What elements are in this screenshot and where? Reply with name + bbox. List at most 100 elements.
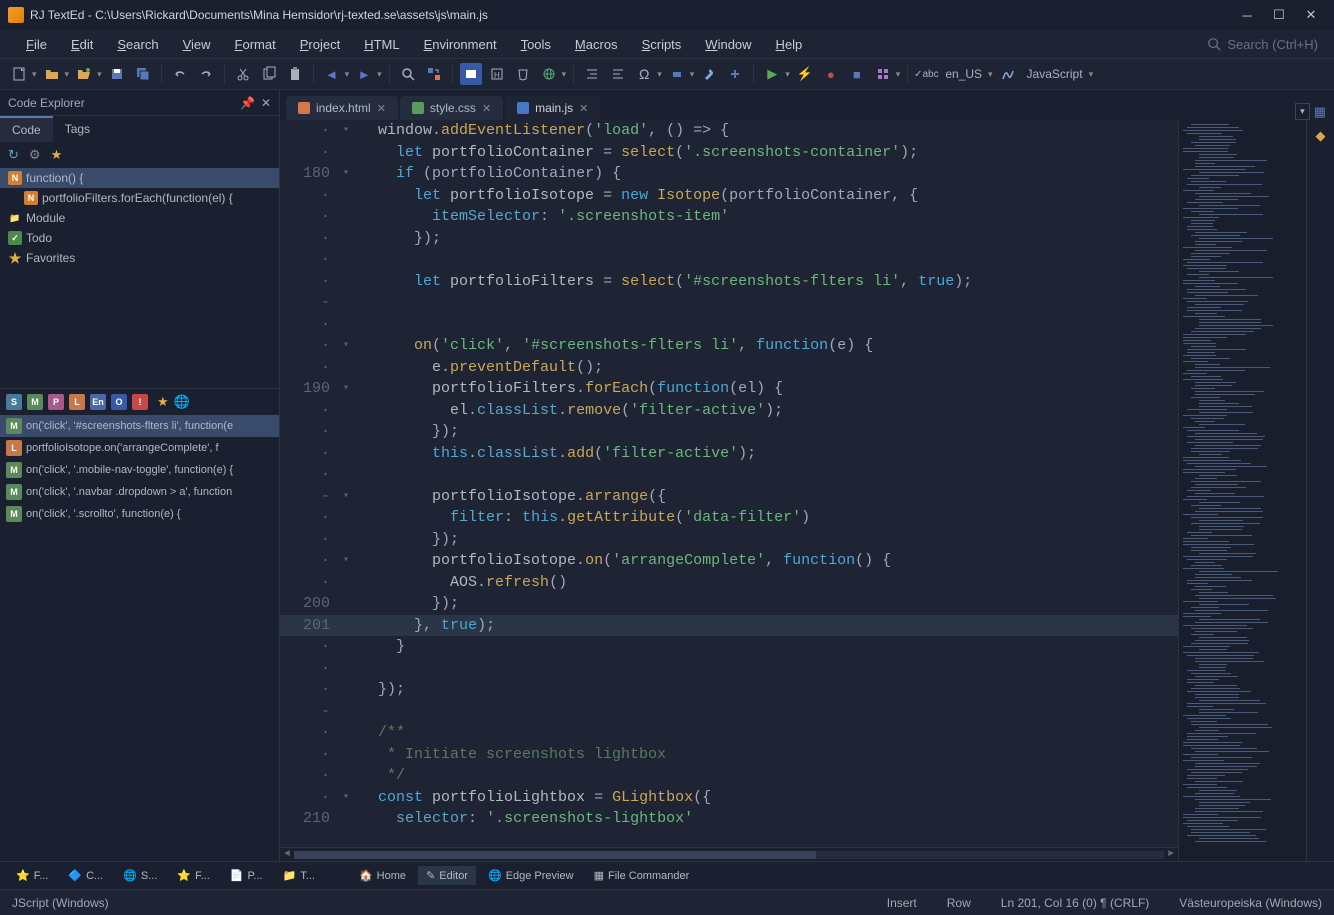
code-text[interactable]: let portfolioContainer = select('.screen… bbox=[356, 142, 1178, 164]
code-text[interactable]: }); bbox=[356, 228, 1178, 250]
horizontal-scrollbar[interactable]: ◄ ► bbox=[280, 847, 1178, 861]
code-text[interactable]: el.classList.remove('filter-active'); bbox=[356, 400, 1178, 422]
code-text[interactable]: }); bbox=[356, 529, 1178, 551]
code-line[interactable]: 201 }, true); bbox=[280, 615, 1178, 637]
filter-l[interactable]: L bbox=[69, 394, 85, 410]
menu-environment[interactable]: Environment bbox=[414, 33, 507, 56]
doc-tab-index-html[interactable]: index.html✕ bbox=[286, 96, 398, 120]
code-line[interactable]: · */ bbox=[280, 765, 1178, 787]
symbol-list-item[interactable]: Mon('click', '#screenshots-flters li', f… bbox=[0, 415, 279, 437]
doc-tab-main-js[interactable]: main.js✕ bbox=[505, 96, 600, 120]
code-line[interactable]: · bbox=[280, 658, 1178, 680]
outdent-button[interactable] bbox=[607, 63, 629, 85]
code-text[interactable]: let portfolioFilters = select('#screensh… bbox=[356, 271, 1178, 293]
code-line[interactable]: · bbox=[280, 249, 1178, 271]
nav-forward-button[interactable]: ► bbox=[353, 63, 375, 85]
menu-file[interactable]: File bbox=[16, 33, 57, 56]
tab-close-icon[interactable]: ✕ bbox=[579, 102, 588, 115]
doc-tab-style-css[interactable]: style.css✕ bbox=[400, 96, 503, 120]
code-text[interactable] bbox=[356, 658, 1178, 680]
code-line[interactable]: - bbox=[280, 292, 1178, 314]
omega-button[interactable]: Ω bbox=[633, 63, 655, 85]
code-text[interactable] bbox=[356, 701, 1178, 723]
code-text[interactable]: window.addEventListener('load', () => { bbox=[356, 120, 1178, 142]
view-tab-file-commander[interactable]: ▦File Commander bbox=[586, 866, 698, 885]
code-line[interactable]: 210 selector: '.screenshots-lightbox' bbox=[280, 808, 1178, 830]
code-line[interactable]: · let portfolioContainer = select('.scre… bbox=[280, 142, 1178, 164]
record-button[interactable]: ● bbox=[820, 63, 842, 85]
code-text[interactable]: /** bbox=[356, 722, 1178, 744]
code-line[interactable]: · itemSelector: '.screenshots-item' bbox=[280, 206, 1178, 228]
filter-![interactable]: ! bbox=[132, 394, 148, 410]
filter-m[interactable]: M bbox=[27, 394, 43, 410]
code-text[interactable]: } bbox=[356, 636, 1178, 658]
star-add-icon[interactable]: ★ bbox=[51, 147, 63, 163]
plugin-button[interactable] bbox=[724, 63, 746, 85]
replace-button[interactable] bbox=[423, 63, 445, 85]
tab-list-button[interactable]: ▾ bbox=[1295, 103, 1310, 120]
code-line[interactable]: 200 }); bbox=[280, 593, 1178, 615]
html-validate-button[interactable]: H bbox=[486, 63, 508, 85]
code-line[interactable]: · } bbox=[280, 636, 1178, 658]
code-editor[interactable]: ·▾ window.addEventListener('load', () =>… bbox=[280, 120, 1178, 861]
lang-selector[interactable]: en_US bbox=[941, 67, 986, 81]
filter-o[interactable]: O bbox=[111, 394, 127, 410]
code-line[interactable]: 190▾ portfolioFilters.forEach(function(e… bbox=[280, 378, 1178, 400]
paste-button[interactable] bbox=[284, 63, 306, 85]
code-text[interactable]: AOS.refresh() bbox=[356, 572, 1178, 594]
code-text[interactable] bbox=[356, 314, 1178, 336]
menu-project[interactable]: Project bbox=[290, 33, 350, 56]
tab-grid-button[interactable]: ▦ bbox=[1314, 104, 1326, 120]
fold-toggle[interactable]: ▾ bbox=[336, 378, 356, 400]
tab-close-icon[interactable]: ✕ bbox=[377, 102, 386, 115]
symbol-list-item[interactable]: Mon('click', '.mobile-nav-toggle', funct… bbox=[0, 459, 279, 481]
symbol-list-item[interactable]: LportfolioIsotope.on('arrangeComplete', … bbox=[0, 437, 279, 459]
run-button[interactable]: ▶ bbox=[761, 63, 783, 85]
gear-icon[interactable]: ⚙ bbox=[29, 147, 41, 163]
tag-button[interactable] bbox=[666, 63, 688, 85]
grid-button[interactable] bbox=[872, 63, 894, 85]
code-text[interactable]: let portfolioIsotope = new Isotope(portf… bbox=[356, 185, 1178, 207]
code-line[interactable]: · * Initiate screenshots lightbox bbox=[280, 744, 1178, 766]
menu-tools[interactable]: Tools bbox=[511, 33, 561, 56]
code-line[interactable]: · bbox=[280, 314, 1178, 336]
stop-button[interactable]: ■ bbox=[846, 63, 868, 85]
fold-toggle[interactable]: ▾ bbox=[336, 163, 356, 185]
fold-toggle[interactable]: ▾ bbox=[336, 120, 356, 142]
menu-window[interactable]: Window bbox=[695, 33, 761, 56]
code-line[interactable]: · filter: this.getAttribute('data-filter… bbox=[280, 507, 1178, 529]
code-line[interactable]: · e.preventDefault(); bbox=[280, 357, 1178, 379]
tab-close-icon[interactable]: ✕ bbox=[482, 102, 491, 115]
symbol-list-item[interactable]: Mon('click', '.scrollto', function(e) { bbox=[0, 503, 279, 525]
redo-button[interactable] bbox=[195, 63, 217, 85]
bottom-left-tab-5[interactable]: 📁T... bbox=[275, 866, 323, 885]
code-line[interactable]: · bbox=[280, 464, 1178, 486]
view-tab-home[interactable]: 🏠Home bbox=[351, 866, 414, 885]
syntax-selector[interactable]: JavaScript bbox=[1023, 67, 1087, 81]
tree-item[interactable]: ✓Todo bbox=[0, 228, 279, 248]
wrench-button[interactable] bbox=[698, 63, 720, 85]
menu-format[interactable]: Format bbox=[225, 33, 286, 56]
code-text[interactable]: const portfolioLightbox = GLightbox({ bbox=[356, 787, 1178, 809]
code-line[interactable]: ·▾ portfolioIsotope.on('arrangeComplete'… bbox=[280, 550, 1178, 572]
code-text[interactable]: }, true); bbox=[356, 615, 1178, 637]
code-text[interactable]: this.classList.add('filter-active'); bbox=[356, 443, 1178, 465]
menu-scripts[interactable]: Scripts bbox=[632, 33, 692, 56]
fold-toggle[interactable]: ▾ bbox=[336, 335, 356, 357]
code-line[interactable]: · this.classList.add('filter-active'); bbox=[280, 443, 1178, 465]
code-line[interactable]: ·▾ window.addEventListener('load', () =>… bbox=[280, 120, 1178, 142]
tree-item[interactable]: 📁Module bbox=[0, 208, 279, 228]
code-line[interactable]: - bbox=[280, 701, 1178, 723]
web-button[interactable] bbox=[538, 63, 560, 85]
find-button[interactable] bbox=[397, 63, 419, 85]
minimize-button[interactable]: ─ bbox=[1240, 8, 1254, 22]
filter-en[interactable]: En bbox=[90, 394, 106, 410]
minimap[interactable] bbox=[1178, 120, 1306, 861]
save-button[interactable] bbox=[106, 63, 128, 85]
code-text[interactable]: if (portfolioContainer) { bbox=[356, 163, 1178, 185]
bottom-left-tab-4[interactable]: 📄P... bbox=[222, 866, 271, 885]
cut-button[interactable] bbox=[232, 63, 254, 85]
menu-help[interactable]: Help bbox=[766, 33, 813, 56]
bottom-left-tab-3[interactable]: ⭐F... bbox=[169, 866, 217, 885]
code-line[interactable]: · el.classList.remove('filter-active'); bbox=[280, 400, 1178, 422]
